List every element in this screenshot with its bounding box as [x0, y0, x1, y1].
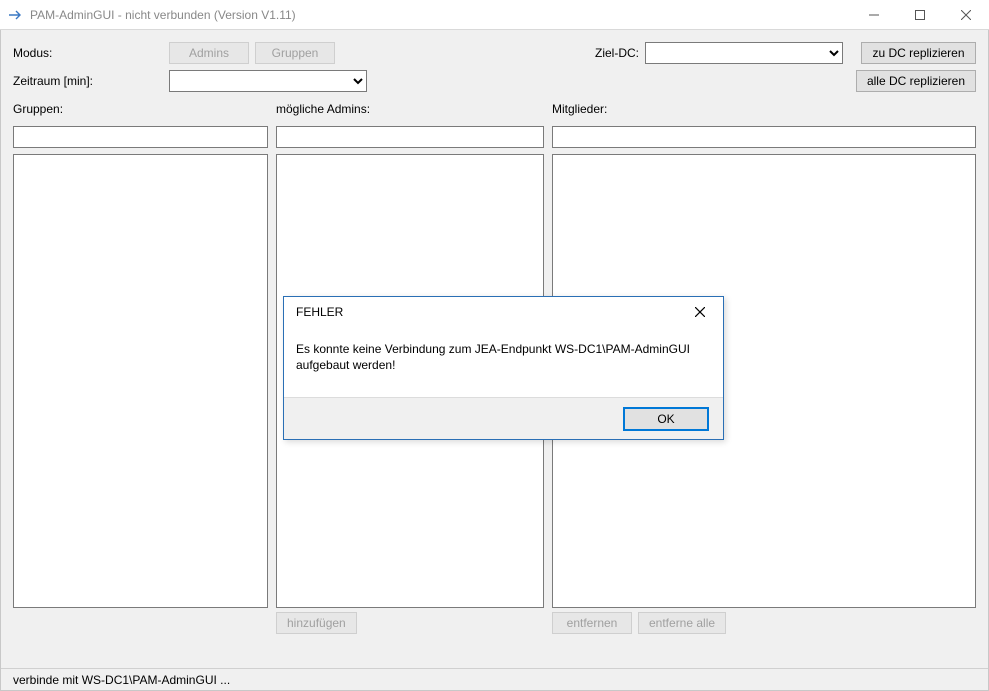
- ziel-dc-label: Ziel-DC:: [595, 46, 639, 60]
- mitglieder-column-label: Mitglieder:: [552, 102, 607, 116]
- mitglieder-filter-input[interactable]: [552, 126, 976, 148]
- alle-dc-replizieren-button[interactable]: alle DC replizieren: [856, 70, 976, 92]
- dialog-close-button[interactable]: [685, 299, 715, 325]
- gruppen-filter-input[interactable]: [13, 126, 268, 148]
- status-bar: verbinde mit WS-DC1\PAM-AdminGUI ...: [1, 668, 988, 690]
- zeitraum-label: Zeitraum [min]:: [13, 74, 163, 88]
- entferne-alle-button[interactable]: entferne alle: [638, 612, 726, 634]
- gruppen-column-label: Gruppen:: [13, 102, 268, 116]
- hinzufuegen-button[interactable]: hinzufügen: [276, 612, 357, 634]
- zeitraum-combo[interactable]: [169, 70, 367, 92]
- maximize-button[interactable]: [897, 0, 943, 29]
- admins-filter-input[interactable]: [276, 126, 544, 148]
- error-dialog: FEHLER Es konnte keine Verbindung zum JE…: [283, 296, 724, 440]
- close-button[interactable]: [943, 0, 989, 29]
- entfernen-button[interactable]: entfernen: [552, 612, 632, 634]
- app-icon: [8, 7, 24, 23]
- ziel-dc-combo[interactable]: [645, 42, 843, 64]
- modus-label: Modus:: [13, 46, 163, 60]
- dialog-ok-button[interactable]: OK: [623, 407, 709, 431]
- title-bar: PAM-AdminGUI - nicht verbunden (Version …: [0, 0, 989, 30]
- status-text: verbinde mit WS-DC1\PAM-AdminGUI ...: [13, 673, 230, 687]
- dialog-message: Es konnte keine Verbindung zum JEA-Endpu…: [296, 341, 711, 373]
- gruppen-button[interactable]: Gruppen: [255, 42, 335, 64]
- dialog-title-text: FEHLER: [296, 305, 343, 319]
- zu-dc-replizieren-button[interactable]: zu DC replizieren: [861, 42, 976, 64]
- minimize-button[interactable]: [851, 0, 897, 29]
- gruppen-listbox[interactable]: [13, 154, 268, 608]
- window-title: PAM-AdminGUI - nicht verbunden (Version …: [30, 8, 296, 22]
- admins-button[interactable]: Admins: [169, 42, 249, 64]
- moegliche-admins-column-label: mögliche Admins:: [276, 102, 544, 116]
